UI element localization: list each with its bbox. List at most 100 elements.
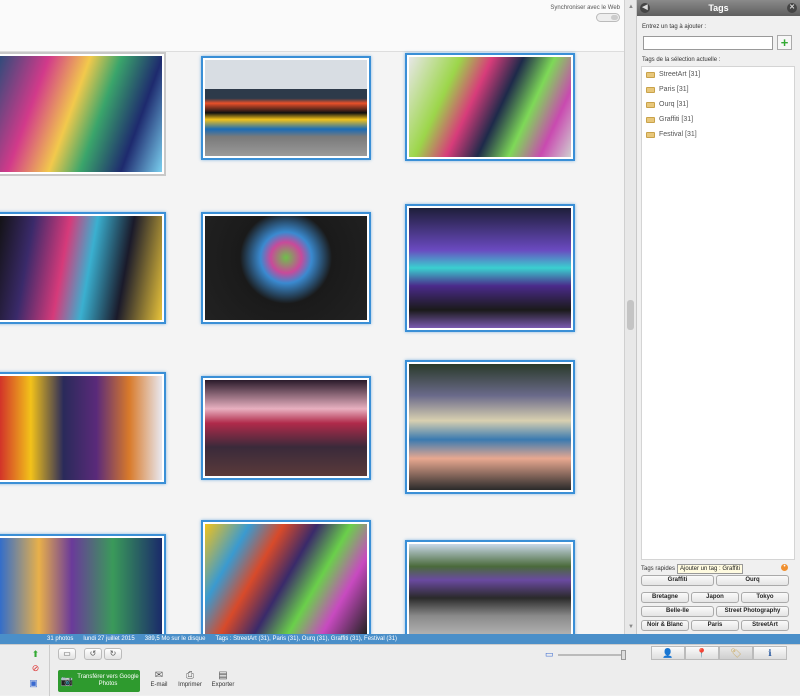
- tag-item[interactable]: Paris [31]: [642, 82, 794, 97]
- folder-icon: ▤: [218, 670, 228, 681]
- photo-thumbnail[interactable]: [201, 376, 371, 480]
- tag-label: Festival [31]: [659, 131, 697, 138]
- tag-input[interactable]: [643, 36, 773, 50]
- tray-controls: ⬆ ⊘ ▣: [0, 645, 50, 696]
- upload-google-photos-button[interactable]: 📷 Transférer vers Google Photos: [58, 670, 140, 692]
- quick-tag-button[interactable]: Ourq: [716, 575, 789, 586]
- panel-title: Tags: [708, 3, 729, 13]
- tab-people[interactable]: 👤: [651, 646, 685, 660]
- photo-date: lundi 27 juillet 2015: [83, 636, 135, 642]
- print-button[interactable]: ⎙ Imprimer: [176, 670, 204, 688]
- photo-thumbnail[interactable]: [0, 372, 166, 484]
- quick-tag-button[interactable]: Paris: [691, 620, 739, 631]
- sync-label: Synchroniser avec le Web: [550, 5, 620, 11]
- quick-tags-label: Tags rapides: [641, 566, 676, 572]
- quick-tag-button[interactable]: Japon: [691, 592, 739, 603]
- photo-thumbnail[interactable]: [201, 212, 371, 324]
- sync-toggle[interactable]: [596, 13, 620, 22]
- caption-button[interactable]: ▭: [58, 648, 76, 660]
- camera-icon: 📷: [60, 675, 74, 687]
- export-label: Exporter: [211, 682, 235, 688]
- caption-icon: ▭: [63, 649, 71, 658]
- tag-label: Graffiti [31]: [659, 116, 694, 123]
- quick-tag-button[interactable]: StreetArt: [741, 620, 789, 631]
- rotate-left-icon: ↺: [89, 649, 97, 658]
- rotate-right-icon: ↻: [109, 649, 117, 658]
- photo-thumbnail[interactable]: [0, 212, 166, 324]
- quick-tag-button[interactable]: Bretagne: [641, 592, 689, 603]
- tab-tags[interactable]: 🏷: [719, 646, 753, 660]
- tag-icon: [646, 131, 655, 138]
- panel-tabs: 👤 📍 🏷 ℹ: [651, 646, 787, 660]
- plus-icon: +: [780, 35, 789, 50]
- export-button[interactable]: ▤ Exporter: [210, 670, 236, 688]
- tag-item[interactable]: StreetArt [31]: [642, 67, 794, 82]
- email-icon: ✉: [154, 670, 164, 681]
- tag-label: Paris [31]: [659, 86, 689, 93]
- photo-grid: Synchroniser avec le Web: [0, 0, 624, 634]
- quick-tag-button[interactable]: Street Photography: [716, 606, 789, 617]
- panel-back-icon[interactable]: ◀: [640, 3, 650, 13]
- print-label: Imprimer: [178, 682, 202, 688]
- scroll-thumb[interactable]: [627, 300, 634, 330]
- zoom-slider[interactable]: [557, 649, 626, 660]
- grid-scrollbar[interactable]: ▲ ▼: [624, 0, 636, 634]
- tag-icon: [646, 86, 655, 93]
- photo-thumbnail[interactable]: [405, 53, 575, 161]
- quick-tag-button[interactable]: Belle-Ile: [641, 606, 714, 617]
- tab-places[interactable]: 📍: [685, 646, 719, 660]
- clear-icon[interactable]: ⊘: [30, 663, 41, 674]
- zoom-knob[interactable]: [620, 649, 626, 660]
- tab-info[interactable]: ℹ: [753, 646, 787, 660]
- tag-list-label: Tags de la sélection actuelle :: [642, 57, 721, 63]
- tag-list: StreetArt [31] Paris [31] Ourq [31] Graf…: [641, 66, 795, 560]
- tag-item[interactable]: Festival [31]: [642, 127, 794, 142]
- info-icon: ℹ: [768, 648, 772, 658]
- upload-label: Transférer vers Google Photos: [77, 674, 139, 687]
- tag-label: Ourq [31]: [659, 101, 689, 108]
- person-icon: 👤: [662, 648, 674, 658]
- add-tag-button[interactable]: +: [777, 35, 792, 50]
- panel-close-icon[interactable]: ✕: [787, 3, 797, 13]
- email-button[interactable]: ✉ E-mail: [148, 670, 170, 688]
- tag-icon: 🏷: [730, 648, 742, 658]
- tag-item[interactable]: Graffiti [31]: [642, 112, 794, 127]
- photo-thumbnail[interactable]: [0, 534, 166, 634]
- quick-tag-button[interactable]: Tokyo: [741, 592, 789, 603]
- photo-thumbnail[interactable]: [0, 52, 166, 176]
- map-pin-icon: 📍: [696, 648, 708, 658]
- scroll-down-icon[interactable]: ▼: [627, 624, 635, 630]
- tag-icon: [646, 71, 655, 78]
- tag-label: StreetArt [31]: [659, 71, 701, 78]
- tags-panel: ◀ Tags ✕ Entrez un tag à ajouter : + Tag…: [636, 0, 800, 634]
- photo-thumbnail[interactable]: [201, 56, 371, 160]
- quick-tags-settings-icon[interactable]: •: [781, 564, 788, 571]
- rotate-left-button[interactable]: ↺: [84, 648, 102, 660]
- tooltip: Ajouter un tag : Graffiti: [677, 564, 743, 574]
- pin-icon[interactable]: ⬆: [30, 649, 41, 660]
- tag-item[interactable]: Ourq [31]: [642, 97, 794, 112]
- album-icon[interactable]: ▣: [28, 678, 39, 689]
- tag-icon: [646, 116, 655, 123]
- quick-tag-button[interactable]: Noir & Blanc: [641, 620, 689, 631]
- photo-thumbnail[interactable]: [405, 204, 575, 332]
- sync-bar: Synchroniser avec le Web: [0, 0, 624, 52]
- disk-size: 389,5 Mo sur le disque: [144, 636, 206, 642]
- tag-input-label: Entrez un tag à ajouter :: [642, 24, 707, 30]
- photo-thumbnail[interactable]: [405, 360, 575, 494]
- printer-icon: ⎙: [186, 670, 194, 681]
- panel-header: ◀ Tags ✕: [637, 0, 800, 16]
- bottom-toolbar: ⬆ ⊘ ▣ ▭ ↺ ↻ 📷 Transférer vers Google Pho…: [0, 644, 800, 696]
- zoom-control: ▭: [545, 649, 626, 660]
- tag-icon: [646, 101, 655, 108]
- quick-tag-button[interactable]: Graffiti: [641, 575, 714, 586]
- status-tags: Tags : StreetArt (31), Paris (31), Ourq …: [215, 636, 398, 642]
- photo-thumbnail[interactable]: [405, 540, 575, 634]
- status-bar: 31 photos lundi 27 juillet 2015 389,5 Mo…: [0, 634, 800, 644]
- scroll-up-icon[interactable]: ▲: [627, 4, 635, 10]
- rotate-right-button[interactable]: ↻: [104, 648, 122, 660]
- photo-count: 31 photos: [47, 636, 74, 642]
- photo-thumbnail[interactable]: [201, 520, 371, 634]
- image-size-icon: ▭: [545, 649, 554, 659]
- email-label: E-mail: [150, 682, 168, 688]
